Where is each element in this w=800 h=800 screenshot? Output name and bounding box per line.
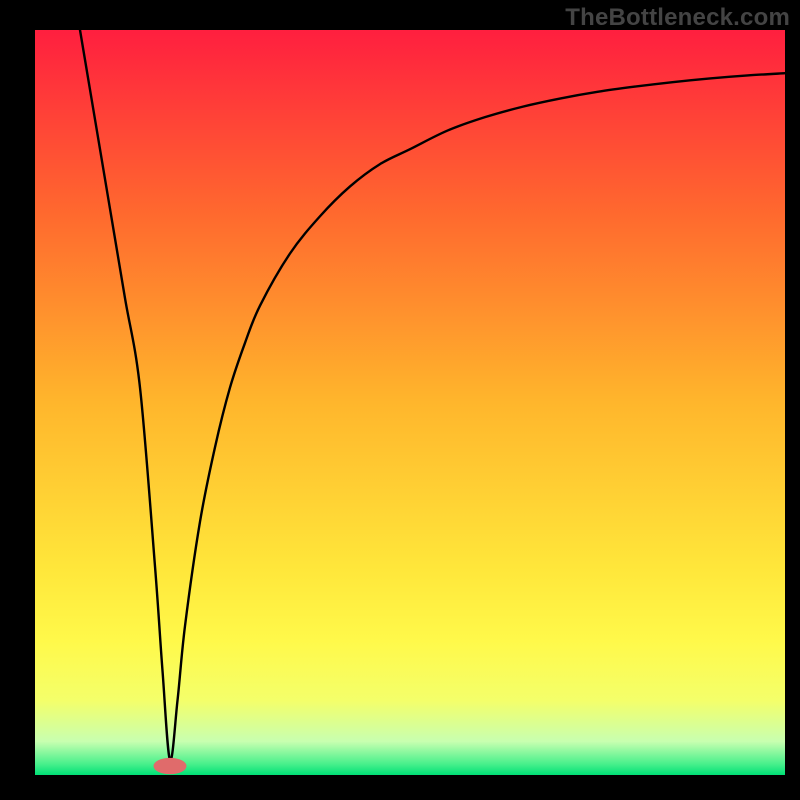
plot-background: [35, 30, 785, 775]
chart-frame: TheBottleneck.com: [0, 0, 800, 800]
bottleneck-chart: [0, 0, 800, 800]
watermark-label: TheBottleneck.com: [565, 4, 790, 32]
optimum-marker: [154, 758, 187, 774]
